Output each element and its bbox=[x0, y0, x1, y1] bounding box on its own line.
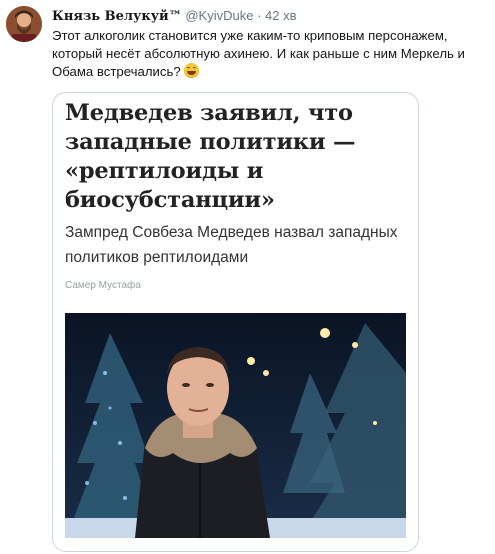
tweet-text-block: Этот алкоголик становится уже каким-то к… bbox=[52, 27, 490, 81]
article-photo bbox=[65, 313, 406, 538]
card-subtitle: Зампред Совбеза Медведев назвал западных… bbox=[65, 224, 398, 266]
card-author: Самер Мустафа bbox=[65, 280, 141, 291]
timestamp[interactable]: 42 хв bbox=[265, 8, 296, 23]
separator: · bbox=[257, 8, 262, 23]
tweet-text: Этот алкоголик становится уже каким-то к… bbox=[52, 28, 465, 79]
link-card[interactable]: Медведев заявил, что западные политики —… bbox=[52, 92, 419, 552]
author-name[interactable]: Князь Велукуй™ bbox=[52, 9, 182, 24]
tweet[interactable]: Князь Велукуй™ @KyivDuke · 42 хв Этот ал… bbox=[0, 0, 495, 554]
tweet-header: Князь Велукуй™ @KyivDuke · 42 хв bbox=[52, 8, 297, 25]
author-handle[interactable]: @KyivDuke bbox=[185, 8, 253, 23]
grinning-squinting-face-icon bbox=[183, 63, 199, 78]
avatar[interactable] bbox=[6, 6, 42, 42]
card-headline: Медведев заявил, что западные политики —… bbox=[65, 100, 356, 213]
